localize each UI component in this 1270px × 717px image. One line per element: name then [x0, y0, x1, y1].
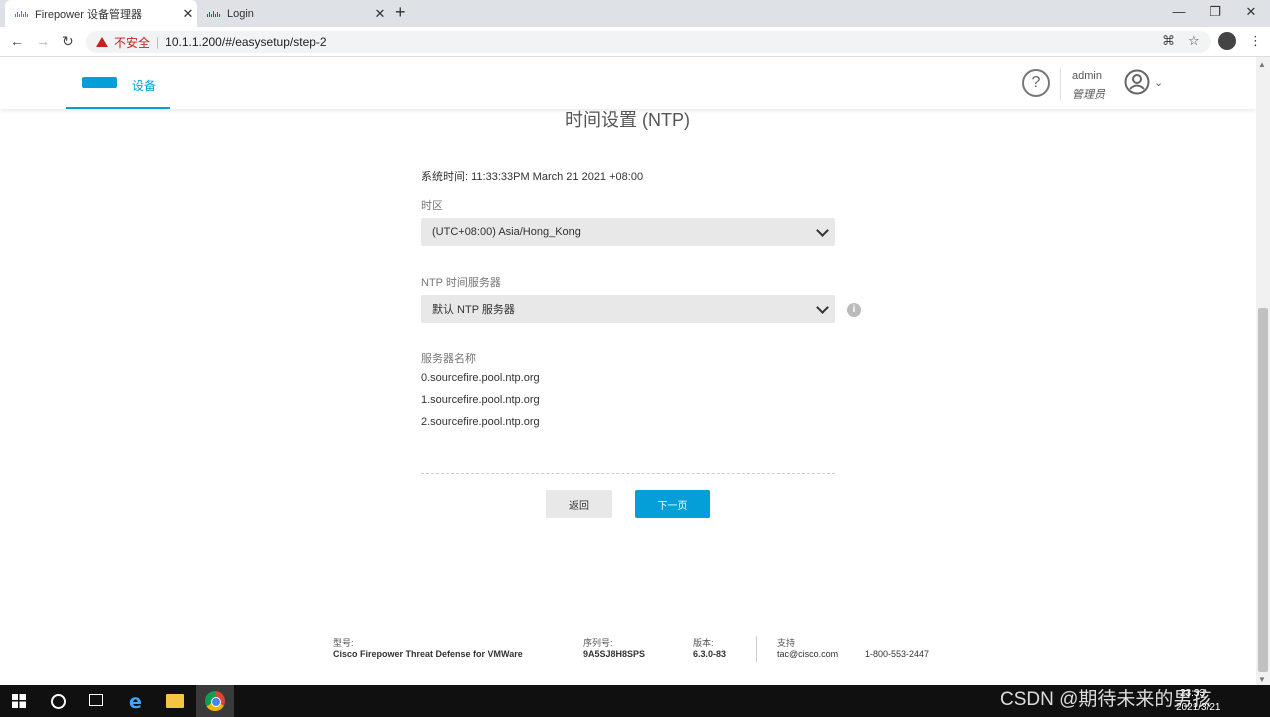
- file-explorer-icon[interactable]: [166, 694, 184, 708]
- support-email-link[interactable]: tac@cisco.com: [777, 649, 838, 659]
- footer-divider: [756, 636, 757, 662]
- restore-icon[interactable]: ❐: [1200, 4, 1230, 20]
- chevron-down-icon: [816, 224, 829, 237]
- chevron-down-icon[interactable]: ⌄: [1154, 76, 1163, 89]
- task-view-icon[interactable]: [89, 694, 103, 706]
- nav-device-label[interactable]: 设备: [132, 77, 156, 94]
- edge-browser-icon[interactable]: e: [129, 691, 142, 713]
- url-text: 10.1.1.200/#/easysetup/step-2: [165, 35, 327, 49]
- ntp-server-select[interactable]: 默认 NTP 服务器: [421, 295, 835, 323]
- timezone-value: (UTC+08:00) Asia/Hong_Kong: [432, 226, 581, 238]
- user-avatar-icon[interactable]: [1124, 69, 1150, 95]
- address-bar[interactable]: 不安全 | 10.1.1.200/#/easysetup/step-2: [86, 31, 1211, 53]
- warning-icon: [96, 37, 108, 47]
- page-title: 时间设置 (NTP): [565, 110, 690, 130]
- footer-model-label: 型号:: [333, 638, 354, 648]
- security-label: 不安全: [114, 35, 151, 50]
- back-button[interactable]: 返回: [546, 490, 612, 518]
- timezone-label: 时区: [421, 200, 443, 212]
- footer-version-value: 6.3.0-83: [693, 649, 727, 659]
- footer-serial-value: 9A5SJ8H8SPS: [583, 649, 646, 659]
- translate-icon[interactable]: ⌘: [1162, 33, 1175, 49]
- omnibox-divider: |: [156, 35, 160, 49]
- app-header: [0, 57, 1256, 109]
- next-button[interactable]: 下一页: [635, 490, 710, 518]
- chrome-icon-center: [211, 697, 221, 707]
- bookmark-star-icon[interactable]: ☆: [1188, 33, 1200, 49]
- chevron-down-icon: [816, 301, 829, 314]
- footer-serial-label: 序列号:: [583, 638, 613, 648]
- footer-model-value: Cisco Firepower Threat Defense for VMWar…: [333, 649, 523, 659]
- scroll-down-icon[interactable]: ▼: [1258, 675, 1266, 684]
- system-time: 系统时间: 11:33:33PM March 21 2021 +08:00: [421, 171, 644, 183]
- user-role: 管理员: [1072, 89, 1105, 101]
- server-name-label: 服务器名称: [421, 353, 476, 365]
- user-name: admin: [1072, 70, 1102, 82]
- close-window-icon[interactable]: ✕: [1236, 4, 1266, 20]
- browser-tab-firepower[interactable]: Firepower 设备管理器 ✕: [5, 0, 197, 27]
- help-icon[interactable]: ?: [1022, 69, 1050, 97]
- browser-tab-login[interactable]: Login ✕: [199, 0, 389, 27]
- scrollbar-thumb[interactable]: [1258, 308, 1268, 672]
- server-name-item: 1.sourcefire.pool.ntp.org: [421, 394, 540, 406]
- tab-title: Firepower 设备管理器: [35, 8, 142, 21]
- csdn-watermark: CSDN @期待未来的男孩: [1000, 689, 1212, 710]
- close-tab-icon[interactable]: ✕: [371, 6, 389, 22]
- forward-arrow-icon[interactable]: →: [36, 33, 50, 49]
- server-name-item: 0.sourcefire.pool.ntp.org: [421, 372, 540, 384]
- footer-version-label: 版本:: [693, 638, 714, 648]
- form-divider: [421, 473, 835, 474]
- windows-start-icon[interactable]: [12, 694, 26, 708]
- new-tab-plus-icon[interactable]: +: [395, 2, 406, 23]
- timezone-select[interactable]: (UTC+08:00) Asia/Hong_Kong: [421, 218, 835, 246]
- minimize-icon[interactable]: —: [1164, 4, 1194, 19]
- footer-support-label: 支持: [777, 638, 796, 648]
- header-divider: [1060, 68, 1061, 100]
- server-name-item: 2.sourcefire.pool.ntp.org: [421, 416, 540, 428]
- cisco-favicon-icon: [15, 10, 29, 18]
- ntp-server-value: 默认 NTP 服务器: [432, 304, 515, 316]
- device-icon: [82, 77, 117, 88]
- cisco-favicon-icon: [207, 10, 221, 18]
- reload-icon[interactable]: ↻: [62, 33, 74, 50]
- profile-icon[interactable]: [1218, 32, 1236, 50]
- ntp-server-label: NTP 时间服务器: [421, 277, 501, 289]
- scroll-up-icon[interactable]: ▲: [1258, 60, 1266, 69]
- cortana-search-icon[interactable]: [51, 694, 66, 709]
- close-tab-icon[interactable]: ✕: [179, 6, 197, 22]
- back-arrow-icon[interactable]: ←: [10, 33, 24, 49]
- tab-title: Login: [227, 7, 254, 20]
- support-phone: 1-800-553-2447: [865, 649, 930, 659]
- info-icon[interactable]: i: [847, 303, 861, 317]
- browser-menu-icon[interactable]: ⋮: [1249, 33, 1262, 49]
